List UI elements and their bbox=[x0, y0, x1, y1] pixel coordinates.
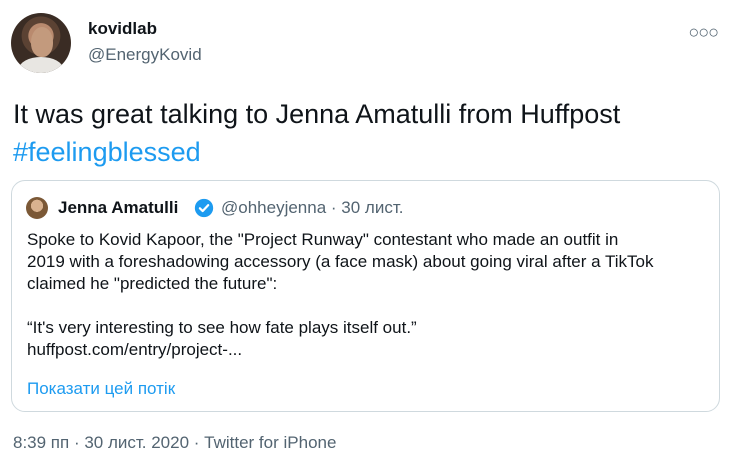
more-options-icon[interactable]: ○○○ bbox=[688, 22, 719, 43]
quoted-meta: @ohheyjenna · 30 лист. bbox=[221, 198, 403, 218]
verified-badge-icon bbox=[194, 198, 214, 218]
quoted-author-avatar bbox=[26, 197, 48, 219]
author-name[interactable]: kovidlab bbox=[88, 19, 157, 39]
quoted-author-handle: @ohheyjenna bbox=[221, 198, 327, 217]
quoted-line-2: 2019 with a foreshadowing accessory (a f… bbox=[27, 252, 654, 271]
avatar-shirt bbox=[19, 57, 63, 73]
quoted-line-4: “It's very interesting to see how fate p… bbox=[27, 318, 417, 337]
quoted-date: · 30 лист. bbox=[326, 198, 404, 217]
quoted-line-1: Spoke to Kovid Kapoor, the "Project Runw… bbox=[27, 230, 619, 249]
author-avatar[interactable] bbox=[11, 13, 71, 73]
hashtag-link[interactable]: #feelingblessed bbox=[13, 137, 201, 167]
avatar-face bbox=[31, 27, 53, 57]
tweet-body: It was great talking to Jenna Amatulli f… bbox=[13, 99, 621, 129]
quoted-link-text: huffpost.com/entry/project-... bbox=[27, 340, 243, 359]
quoted-line-3: claimed he "predicted the future": bbox=[27, 274, 278, 293]
show-thread-link[interactable]: Показати цей потік bbox=[27, 379, 175, 399]
tweet-text: It was great talking to Jenna Amatulli f… bbox=[13, 95, 713, 171]
quoted-tweet[interactable]: Jenna Amatulli @ohheyjenna · 30 лист. Sp… bbox=[11, 180, 720, 412]
tweet-footer-meta: 8:39 пп · 30 лист. 2020 · Twitter for iP… bbox=[13, 433, 337, 452]
quoted-author-name: Jenna Amatulli bbox=[58, 198, 179, 217]
quoted-text: Spoke to Kovid Kapoor, the "Project Runw… bbox=[27, 229, 707, 361]
author-handle[interactable]: @EnergyKovid bbox=[88, 45, 202, 65]
